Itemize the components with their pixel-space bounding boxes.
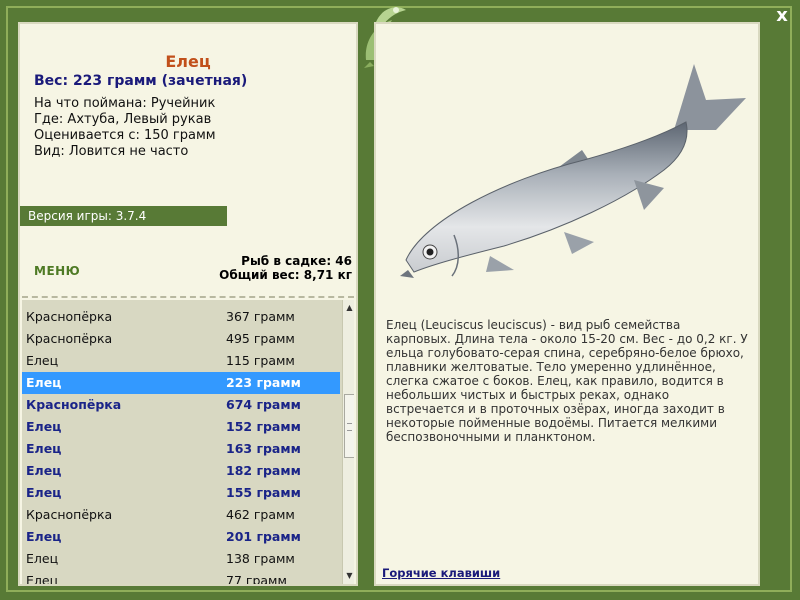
scroll-thumb[interactable]	[344, 394, 354, 458]
scroll-up-arrow-icon[interactable]: ▲	[343, 300, 354, 316]
catch-list-item[interactable]: Елец 223 грамм	[22, 372, 340, 394]
menu-button[interactable]: МЕНЮ	[34, 264, 80, 278]
list-scrollbar[interactable]: ▲ ▼	[342, 300, 354, 584]
catch-list-item[interactable]: Елец 138 грамм	[22, 548, 340, 570]
catch-fish-name: Краснопёрка	[26, 331, 113, 346]
catch-list-item[interactable]: Краснопёрка 495 грамм	[22, 328, 340, 350]
catch-fish-weight: 462 грамм	[226, 507, 295, 522]
catch-fish-name: Елец	[26, 375, 62, 390]
scroll-down-arrow-icon[interactable]: ▼	[343, 568, 354, 584]
catch-fish-weight: 182 грамм	[226, 463, 301, 478]
fish-weight: Вес: 223 грамм (зачетная)	[34, 73, 248, 89]
catch-fish-name: Елец	[26, 551, 59, 566]
catch-fish-name: Елец	[26, 419, 62, 434]
catch-fish-name: Елец	[26, 485, 62, 500]
catch-list-item[interactable]: Елец 77 грамм	[22, 570, 340, 584]
catch-list-item[interactable]: Елец 201 грамм	[22, 526, 340, 548]
fish-details: На что поймана: Ручейник Где: Ахтуба, Ле…	[34, 96, 216, 160]
catch-fish-weight: 163 грамм	[226, 441, 301, 456]
fish-name-title: Елец	[165, 52, 211, 71]
catch-fish-name: Краснопёрка	[26, 507, 113, 522]
catch-list: Краснопёрка 367 грамм Краснопёрка 495 грамм…	[22, 300, 354, 584]
catch-stats: Рыб в садке: 46 Общий вес: 8,71 кг	[219, 254, 352, 282]
catch-list-item[interactable]: Елец 163 грамм	[22, 438, 340, 460]
kind-info: Вид: Ловится не часто	[34, 144, 189, 159]
catch-fish-weight: 367 грамм	[226, 309, 295, 324]
catch-fish-weight: 152 грамм	[226, 419, 301, 434]
catch-fish-name: Елец	[26, 463, 62, 478]
location-info: Где: Ахтуба, Левый рукав	[34, 112, 212, 127]
close-button[interactable]: x	[772, 6, 792, 26]
catch-list-item[interactable]: Елец 152 грамм	[22, 416, 340, 438]
catch-fish-weight: 138 грамм	[226, 551, 295, 566]
catch-fish-name: Елец	[26, 353, 59, 368]
fish-info-panel: Елец Вес: 223 грамм (зачетная) На что по…	[18, 22, 358, 586]
catch-fish-weight: 115 грамм	[226, 353, 295, 368]
catch-list-item[interactable]: Елец 155 грамм	[22, 482, 340, 504]
catch-fish-weight: 495 грамм	[226, 331, 295, 346]
catch-fish-name: Краснопёрка	[26, 397, 122, 412]
catch-fish-name: Краснопёрка	[26, 309, 113, 324]
dashed-divider	[22, 296, 354, 298]
catch-fish-weight: 223 грамм	[226, 375, 301, 390]
catch-fish-name: Елец	[26, 573, 59, 584]
catch-fish-weight: 674 грамм	[226, 397, 301, 412]
fish-image	[400, 64, 746, 278]
catch-list-item[interactable]: Краснопёрка 367 грамм	[22, 306, 340, 328]
catch-list-item[interactable]: Краснопёрка 674 грамм	[22, 394, 340, 416]
hotkeys-link[interactable]: Горячие клавиши	[382, 566, 500, 580]
fish-description: Елец (Leuciscus leuciscus) - вид рыб сем…	[386, 318, 748, 444]
rating-info: Оценивается с: 150 грамм	[34, 128, 216, 143]
catch-list-item[interactable]: Елец 115 грамм	[22, 350, 340, 372]
catch-fish-weight: 77 грамм	[226, 573, 287, 584]
catch-fish-weight: 155 грамм	[226, 485, 301, 500]
catch-list-item[interactable]: Елец 182 грамм	[22, 460, 340, 482]
catch-fish-name: Елец	[26, 441, 62, 456]
catch-list-item[interactable]: Краснопёрка 462 грамм	[22, 504, 340, 526]
fish-description-panel: Елец (Leuciscus leuciscus) - вид рыб сем…	[374, 22, 760, 586]
catch-fish-weight: 201 грамм	[226, 529, 301, 544]
catch-fish-name: Елец	[26, 529, 62, 544]
version-bar: Версия игры: 3.7.4	[20, 206, 227, 226]
total-weight: Общий вес: 8,71 кг	[219, 268, 352, 282]
bait-info: На что поймана: Ручейник	[34, 96, 216, 111]
fish-count: Рыб в садке: 46	[241, 254, 352, 268]
